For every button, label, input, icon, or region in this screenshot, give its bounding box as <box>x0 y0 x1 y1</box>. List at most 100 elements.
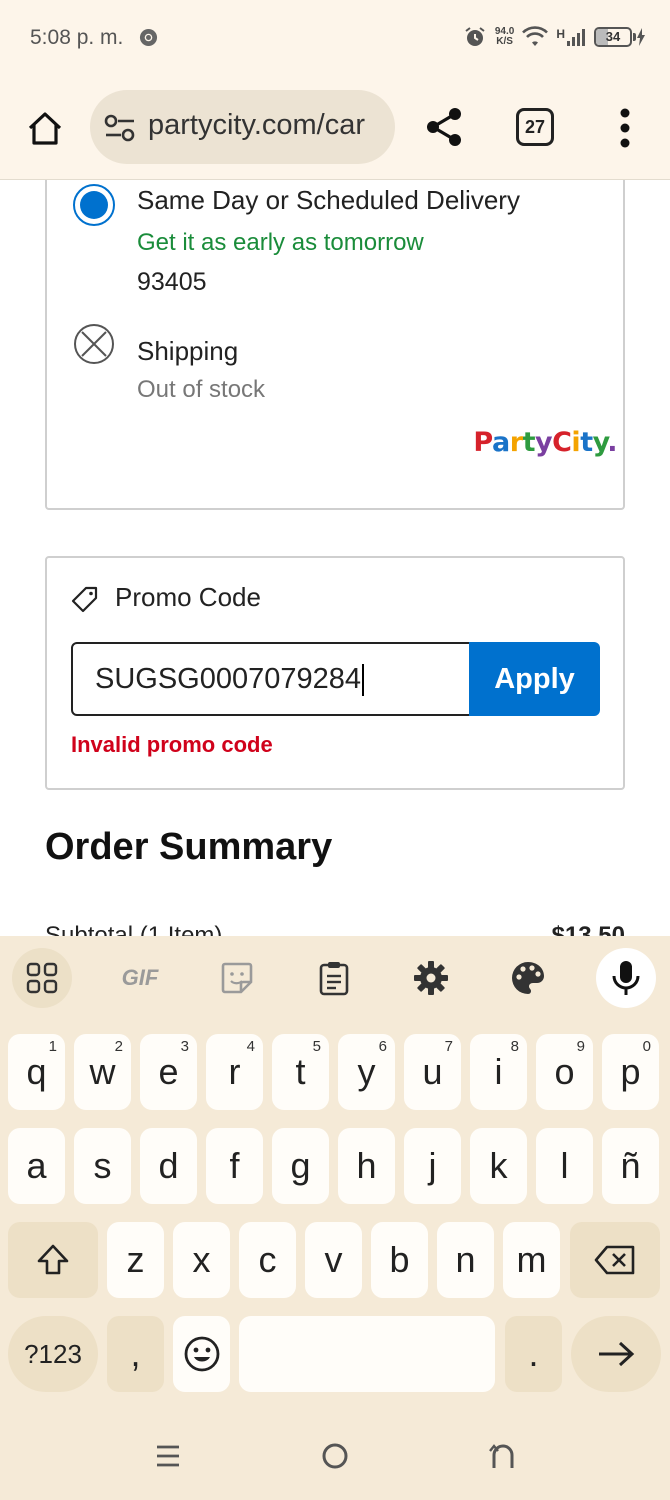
back-icon <box>489 1444 514 1468</box>
key-a[interactable]: a <box>8 1128 65 1204</box>
key-r[interactable]: r4 <box>206 1034 263 1110</box>
enter-key[interactable] <box>571 1316 661 1392</box>
same-day-delivery-radio[interactable] <box>73 184 115 226</box>
key-k[interactable]: k <box>470 1128 527 1204</box>
delivery-eta: Get it as early as tomorrow <box>137 229 424 256</box>
emoji-icon <box>184 1336 219 1372</box>
key-f[interactable]: f <box>206 1128 263 1204</box>
key-label: g <box>290 1145 311 1186</box>
key-c[interactable]: c <box>239 1222 296 1298</box>
clipboard-button[interactable] <box>304 948 364 1008</box>
key-label: f <box>229 1145 240 1186</box>
fulfillment-card: Same Day or Scheduled Delivery Get it as… <box>45 180 625 510</box>
key-ñ[interactable]: ñ <box>602 1128 659 1204</box>
battery-indicator: 34 <box>594 27 646 47</box>
home-button[interactable] <box>22 106 68 152</box>
status-bar: 5:08 p. m. 94.0 K/S H 34 <box>0 0 670 78</box>
promo-code-title: Promo Code <box>115 582 261 612</box>
symbols-key[interactable]: ?123 <box>8 1316 98 1392</box>
back-button[interactable] <box>483 1436 523 1476</box>
same-day-delivery-title[interactable]: Same Day or Scheduled Delivery <box>137 185 520 216</box>
key-number-hint: 8 <box>510 1038 519 1055</box>
logo-letter: r <box>509 427 523 458</box>
key-label: e <box>158 1051 179 1092</box>
promo-code-value: SUGSG0007079284 <box>95 663 362 695</box>
voice-input-button[interactable] <box>596 948 656 1008</box>
key-label: q <box>26 1051 47 1092</box>
share-button[interactable] <box>421 104 467 150</box>
alarm-icon <box>465 27 485 46</box>
key-number-hint: 1 <box>48 1038 57 1055</box>
shift-key[interactable] <box>8 1222 98 1298</box>
share-icon <box>427 108 461 146</box>
tab-switcher-button[interactable]: 27 <box>516 108 554 146</box>
clipboard-icon <box>319 962 349 996</box>
key-p[interactable]: p0 <box>602 1034 659 1110</box>
backspace-icon <box>594 1245 635 1275</box>
keyboard-toolbar: GIF <box>0 936 670 1020</box>
order-summary-title: Order Summary <box>45 826 333 868</box>
key-t[interactable]: t5 <box>272 1034 329 1110</box>
sticker-button[interactable] <box>207 948 267 1008</box>
text-cursor <box>362 664 365 697</box>
key-n[interactable]: n <box>437 1222 494 1298</box>
space-key[interactable] <box>239 1316 495 1392</box>
delivery-zip: 93405 <box>137 268 207 296</box>
logo-letter: y <box>592 427 608 458</box>
logo-letter: t <box>522 427 536 458</box>
key-u[interactable]: u7 <box>404 1034 461 1110</box>
chrome-icon <box>139 28 158 47</box>
key-j[interactable]: j <box>404 1128 461 1204</box>
keyboard-apps-button[interactable] <box>12 948 72 1008</box>
address-bar[interactable]: partycity.com/car <box>90 90 395 164</box>
theme-button[interactable] <box>498 948 558 1008</box>
key-x[interactable]: x <box>173 1222 230 1298</box>
key-number-hint: 9 <box>576 1038 585 1055</box>
key-b[interactable]: b <box>371 1222 428 1298</box>
signal-bars-icon <box>567 29 585 46</box>
promo-error-message: Invalid promo code <box>71 732 273 757</box>
key-d[interactable]: d <box>140 1128 197 1204</box>
key-q[interactable]: q1 <box>8 1034 65 1110</box>
key-v[interactable]: v <box>305 1222 362 1298</box>
key-z[interactable]: z <box>107 1222 164 1298</box>
key-label: p <box>620 1051 641 1092</box>
period-key[interactable]: . <box>505 1316 562 1392</box>
promo-code-input[interactable]: SUGSG0007079284 <box>71 642 471 716</box>
emoji-key[interactable] <box>173 1316 230 1392</box>
key-label: i <box>494 1051 503 1092</box>
key-h[interactable]: h <box>338 1128 395 1204</box>
apply-promo-button[interactable]: Apply <box>469 642 600 716</box>
key-i[interactable]: i8 <box>470 1034 527 1110</box>
shipping-title: Shipping <box>137 336 239 366</box>
tag-icon <box>71 586 98 613</box>
keyboard-settings-button[interactable] <box>401 948 461 1008</box>
subtotal-row: Subtotal (1 Item) $13.50 <box>45 922 625 936</box>
key-l[interactable]: l <box>536 1128 593 1204</box>
key-label: m <box>516 1239 547 1280</box>
key-m[interactable]: m <box>503 1222 560 1298</box>
comma-key[interactable]: , <box>107 1316 164 1392</box>
key-g[interactable]: g <box>272 1128 329 1204</box>
key-y[interactable]: y6 <box>338 1034 395 1110</box>
subtotal-value: $13.50 <box>551 922 625 936</box>
key-label: o <box>554 1051 575 1092</box>
status-icons: 94.0 K/S H 34 <box>463 22 646 52</box>
recents-button[interactable] <box>148 1436 188 1476</box>
key-label: u <box>422 1051 443 1092</box>
web-page: Same Day or Scheduled Delivery Get it as… <box>0 180 670 936</box>
key-s[interactable]: s <box>74 1128 131 1204</box>
key-label: ñ <box>620 1145 641 1186</box>
home-nav-button[interactable] <box>315 1436 355 1476</box>
browser-menu-button[interactable] <box>605 102 645 154</box>
key-label: l <box>560 1145 569 1186</box>
key-e[interactable]: e3 <box>140 1034 197 1110</box>
key-w[interactable]: w2 <box>74 1034 131 1110</box>
browser-toolbar: partycity.com/car 27 <box>0 78 670 180</box>
site-settings-icon[interactable] <box>104 114 136 142</box>
key-number-hint: 3 <box>180 1038 189 1055</box>
net-speed: 94.0 K/S <box>495 27 514 47</box>
gif-button[interactable]: GIF <box>110 948 170 1008</box>
key-o[interactable]: o9 <box>536 1034 593 1110</box>
backspace-key[interactable] <box>570 1222 660 1298</box>
